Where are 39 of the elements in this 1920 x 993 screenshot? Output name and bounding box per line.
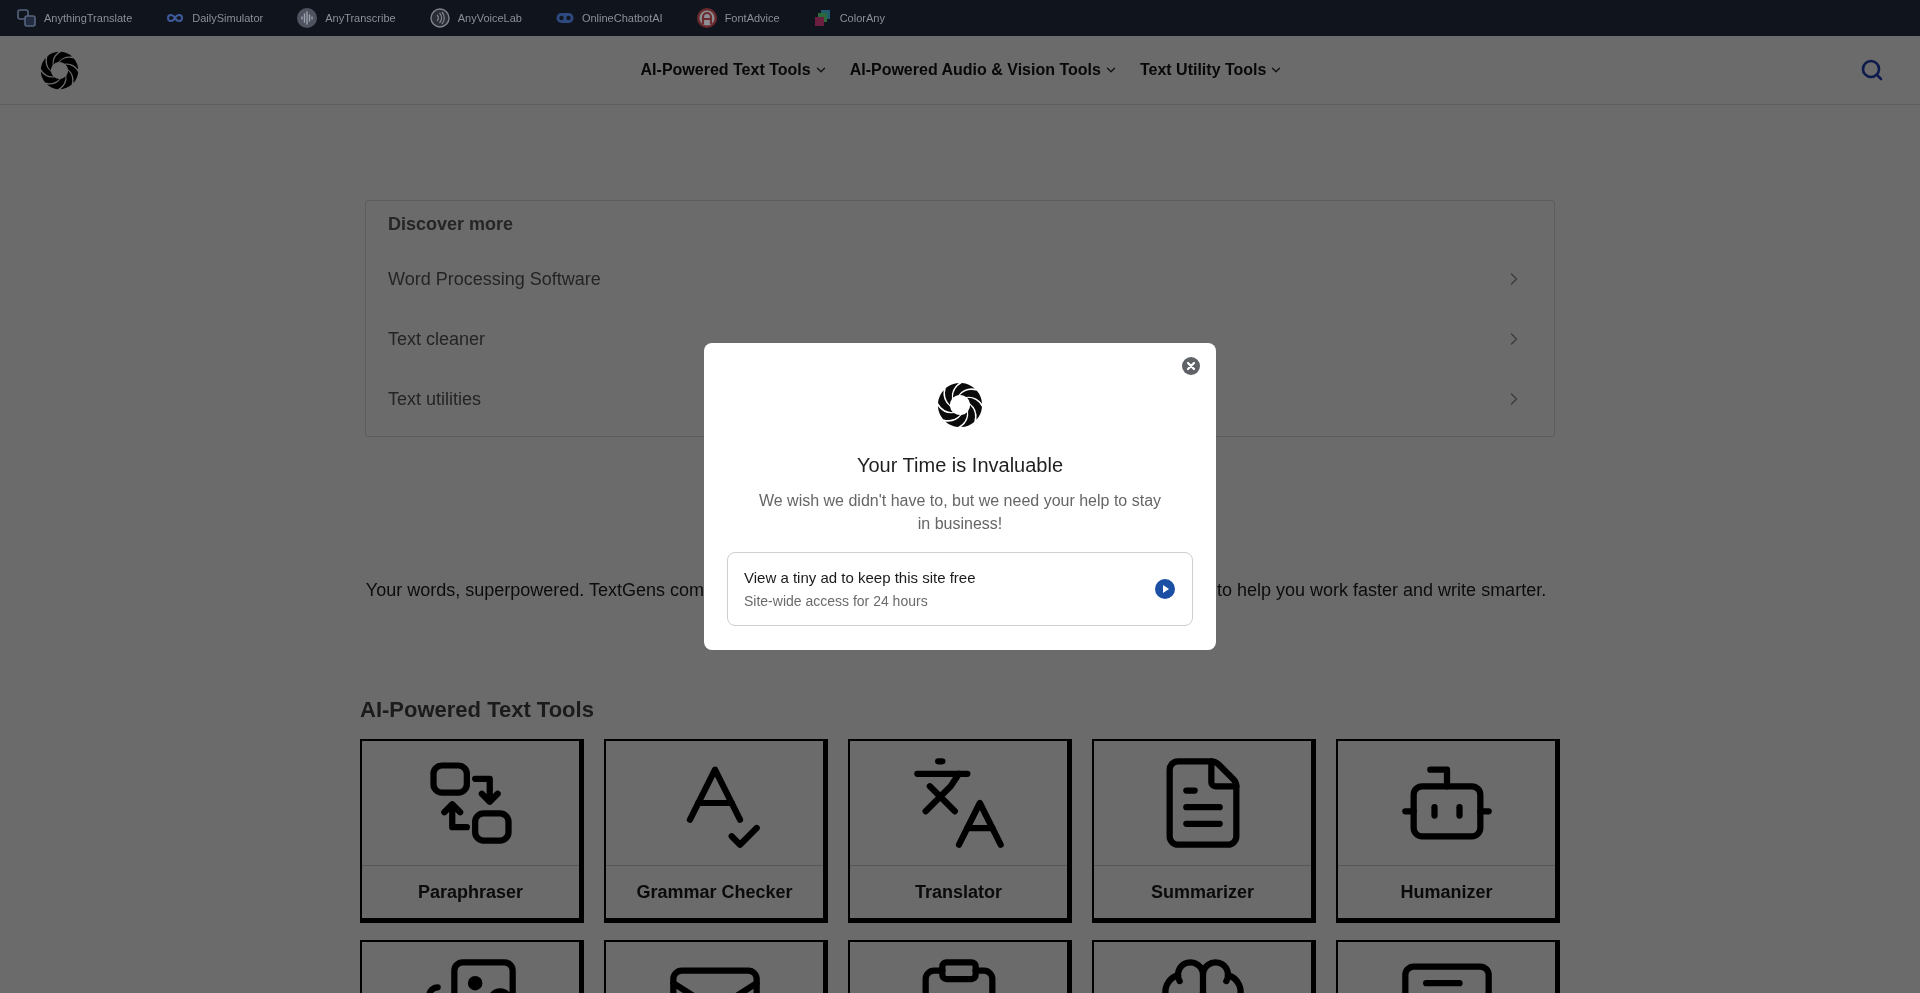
site-link[interactable]: ColorAny	[813, 9, 885, 27]
logo-icon[interactable]	[40, 50, 79, 90]
nav-menu-button[interactable]: AI-Powered Audio & Vision Tools	[849, 58, 1118, 82]
waveform-icon	[297, 8, 318, 28]
site-link[interactable]: OnlineChatbotAI	[555, 9, 663, 27]
nav-menu-button[interactable]: Text Utility Tools	[1139, 58, 1284, 82]
discover-link[interactable]: Text utilities	[366, 369, 1554, 429]
tool-card[interactable]: Humanizer	[1336, 739, 1560, 923]
discover-title: Discover more	[387, 213, 515, 235]
nav-menu-button[interactable]: AI-Powered Text Tools	[640, 58, 828, 82]
modal-title: Your Time is Invaluable	[856, 453, 1063, 478]
close-icon	[1182, 357, 1200, 375]
tool-card[interactable]: Summarizer	[1092, 739, 1316, 923]
tool-card[interactable]: Grammar Checker	[604, 739, 828, 923]
squares-icon	[813, 9, 832, 27]
play-icon	[1155, 579, 1175, 599]
logo-icon	[937, 382, 983, 428]
section-heading: AI-Powered Text Tools	[360, 696, 595, 724]
tool-card[interactable]: Paraphraser	[360, 739, 584, 923]
site-link[interactable]: DailySimulator	[166, 9, 264, 27]
site-link[interactable]: FontAdvice	[696, 8, 780, 28]
site-link[interactable]: AnythingTranslate	[17, 9, 133, 27]
close-button[interactable]	[1182, 357, 1200, 375]
discover-link[interactable]: Text cleaner	[366, 309, 1554, 369]
tool-card[interactable]: Translator	[848, 739, 1072, 923]
speech-boxes-icon	[17, 9, 36, 27]
intro-text: to help you work faster and write smarter.	[1216, 579, 1547, 602]
mask-icon	[555, 12, 574, 24]
infinity-icon	[166, 13, 185, 23]
discover-link[interactable]: Word Processing Software	[366, 249, 1554, 309]
arch-circle-icon	[696, 8, 717, 28]
search-icon	[1860, 58, 1884, 82]
search-button[interactable]	[1860, 58, 1884, 82]
site-link[interactable]: AnyTranscribe	[297, 8, 396, 28]
watch-ad-option[interactable]: View a tiny ad to keep this site free Site-wide access for 24 hours	[727, 552, 1193, 626]
sound-circle-icon	[429, 8, 450, 28]
site-link[interactable]: AnyVoiceLab	[429, 8, 522, 28]
intro-text: Your words, superpowered. TextGens com	[365, 579, 704, 602]
modal-message: We wish we didn't have to, but we need your help to stay in business!	[757, 491, 1163, 534]
